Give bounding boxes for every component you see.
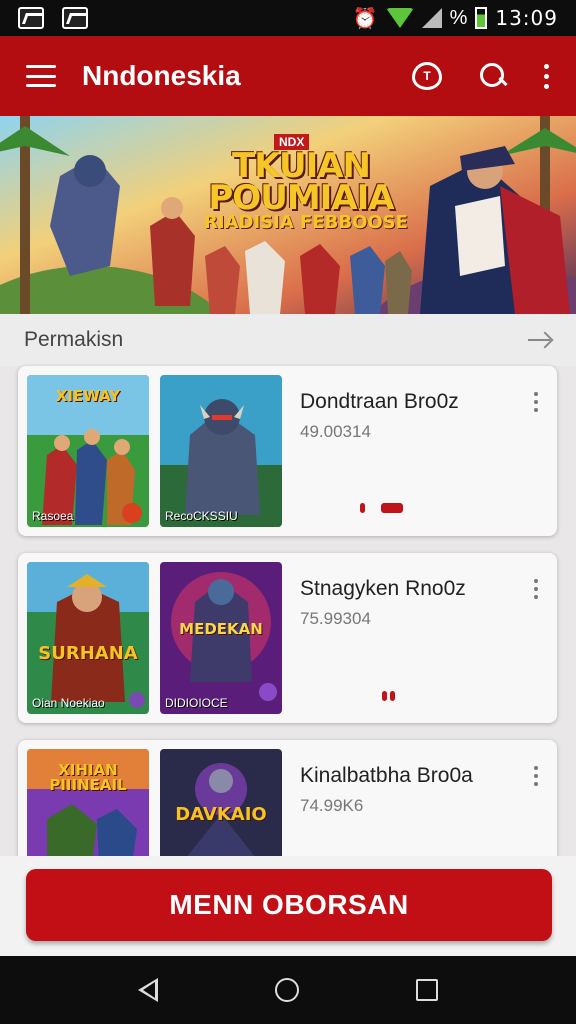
hamburger-menu-icon[interactable] bbox=[26, 65, 56, 87]
game-title: Kinalbatbha Bro0a bbox=[300, 764, 473, 787]
game-thumbnail[interactable]: RecoCKSSIU bbox=[160, 375, 282, 527]
thumbnail-caption: Rasoea bbox=[32, 509, 74, 523]
game-thumbnail[interactable]: SURHANA Oian Noekiao bbox=[27, 562, 149, 714]
game-title: Stnagyken Rno0z bbox=[300, 577, 466, 600]
game-meta: 74.99K6 bbox=[300, 796, 364, 815]
game-thumbnail[interactable]: XIHIAN PIIINEAIL bbox=[27, 749, 149, 864]
status-indicator bbox=[360, 503, 403, 513]
favorites-heart-icon[interactable]: T bbox=[412, 62, 442, 90]
thumbnail-title: SURHANA bbox=[38, 643, 138, 664]
thumbnail-caption: RecoCKSSIU bbox=[165, 509, 238, 523]
banner-subtitle: RIADISIA FEBBOOSE bbox=[204, 212, 408, 233]
recents-icon[interactable] bbox=[415, 979, 438, 1001]
thumbnail-title: DAVKAIO bbox=[175, 804, 267, 825]
search-icon[interactable] bbox=[480, 63, 506, 89]
battery-percent-label: % bbox=[449, 6, 468, 29]
back-icon[interactable] bbox=[138, 978, 159, 1002]
status-indicator bbox=[382, 691, 395, 701]
overflow-menu-icon[interactable] bbox=[544, 63, 550, 89]
game-thumbnail[interactable]: DAVKAIO bbox=[160, 749, 282, 864]
primary-action-button[interactable]: MENN OBORSAN bbox=[26, 869, 552, 941]
card-overflow-icon[interactable] bbox=[534, 579, 539, 599]
thumbnail-artwork bbox=[160, 375, 282, 527]
thumbnail-artwork bbox=[160, 562, 282, 714]
heart-badge-text: T bbox=[423, 69, 431, 83]
thumbnail-title: XIHIAN PIIINEAIL bbox=[49, 761, 127, 794]
game-title: Dondtraan Bro0z bbox=[300, 390, 459, 413]
alarm-icon: ⏰ bbox=[352, 7, 378, 30]
photo-notification-icon bbox=[62, 7, 88, 29]
banner-title: TKUIAN POUMIAIA bbox=[208, 146, 394, 218]
featured-banner[interactable]: NDX TKUIAN POUMIAIA RIADISIA FEBBOOSE bbox=[0, 116, 576, 314]
game-meta: 75.99304 bbox=[300, 609, 371, 628]
battery-icon bbox=[475, 7, 488, 29]
thumbnail-caption: DIDIOIOCE bbox=[165, 696, 228, 710]
signal-icon bbox=[421, 8, 442, 28]
thumbnail-title: XIEWAY bbox=[55, 387, 121, 405]
app-bar: Nndoneskia T bbox=[0, 36, 576, 116]
thumbnail-caption: Oian Noekiao bbox=[32, 696, 105, 710]
game-card[interactable]: XIEWAY Rasoea RecoCKSSIU Dondtraan Bro0z… bbox=[18, 366, 557, 536]
section-title: Permakisn bbox=[24, 328, 124, 351]
wifi-icon bbox=[385, 8, 414, 28]
card-overflow-icon[interactable] bbox=[534, 392, 539, 412]
game-meta: 49.00314 bbox=[300, 422, 371, 441]
game-thumbnail[interactable]: MEDEKAN DIDIOIOCE bbox=[160, 562, 282, 714]
status-clock: 13:09 bbox=[495, 6, 558, 30]
game-card[interactable]: XIHIAN PIIINEAIL DAVKAIO Kinalbatbha Bro… bbox=[18, 740, 557, 864]
status-bar: ⏰ % 13:09 bbox=[0, 0, 576, 36]
section-header: Permakisn bbox=[0, 314, 576, 366]
card-overflow-icon[interactable] bbox=[534, 766, 539, 786]
thumbnail-title: MEDEKAN bbox=[179, 620, 263, 638]
app-title: Nndoneskia bbox=[82, 60, 241, 91]
home-icon[interactable] bbox=[274, 978, 299, 1002]
see-all-arrow-icon[interactable] bbox=[528, 332, 552, 348]
game-card[interactable]: SURHANA Oian Noekiao MEDEKAN DIDIOIOCE S… bbox=[18, 553, 557, 723]
thumbnail-artwork bbox=[27, 562, 149, 714]
system-navigation-bar bbox=[0, 956, 576, 1024]
gallery-notification-icon bbox=[18, 7, 44, 29]
game-thumbnail[interactable]: XIEWAY Rasoea bbox=[27, 375, 149, 527]
